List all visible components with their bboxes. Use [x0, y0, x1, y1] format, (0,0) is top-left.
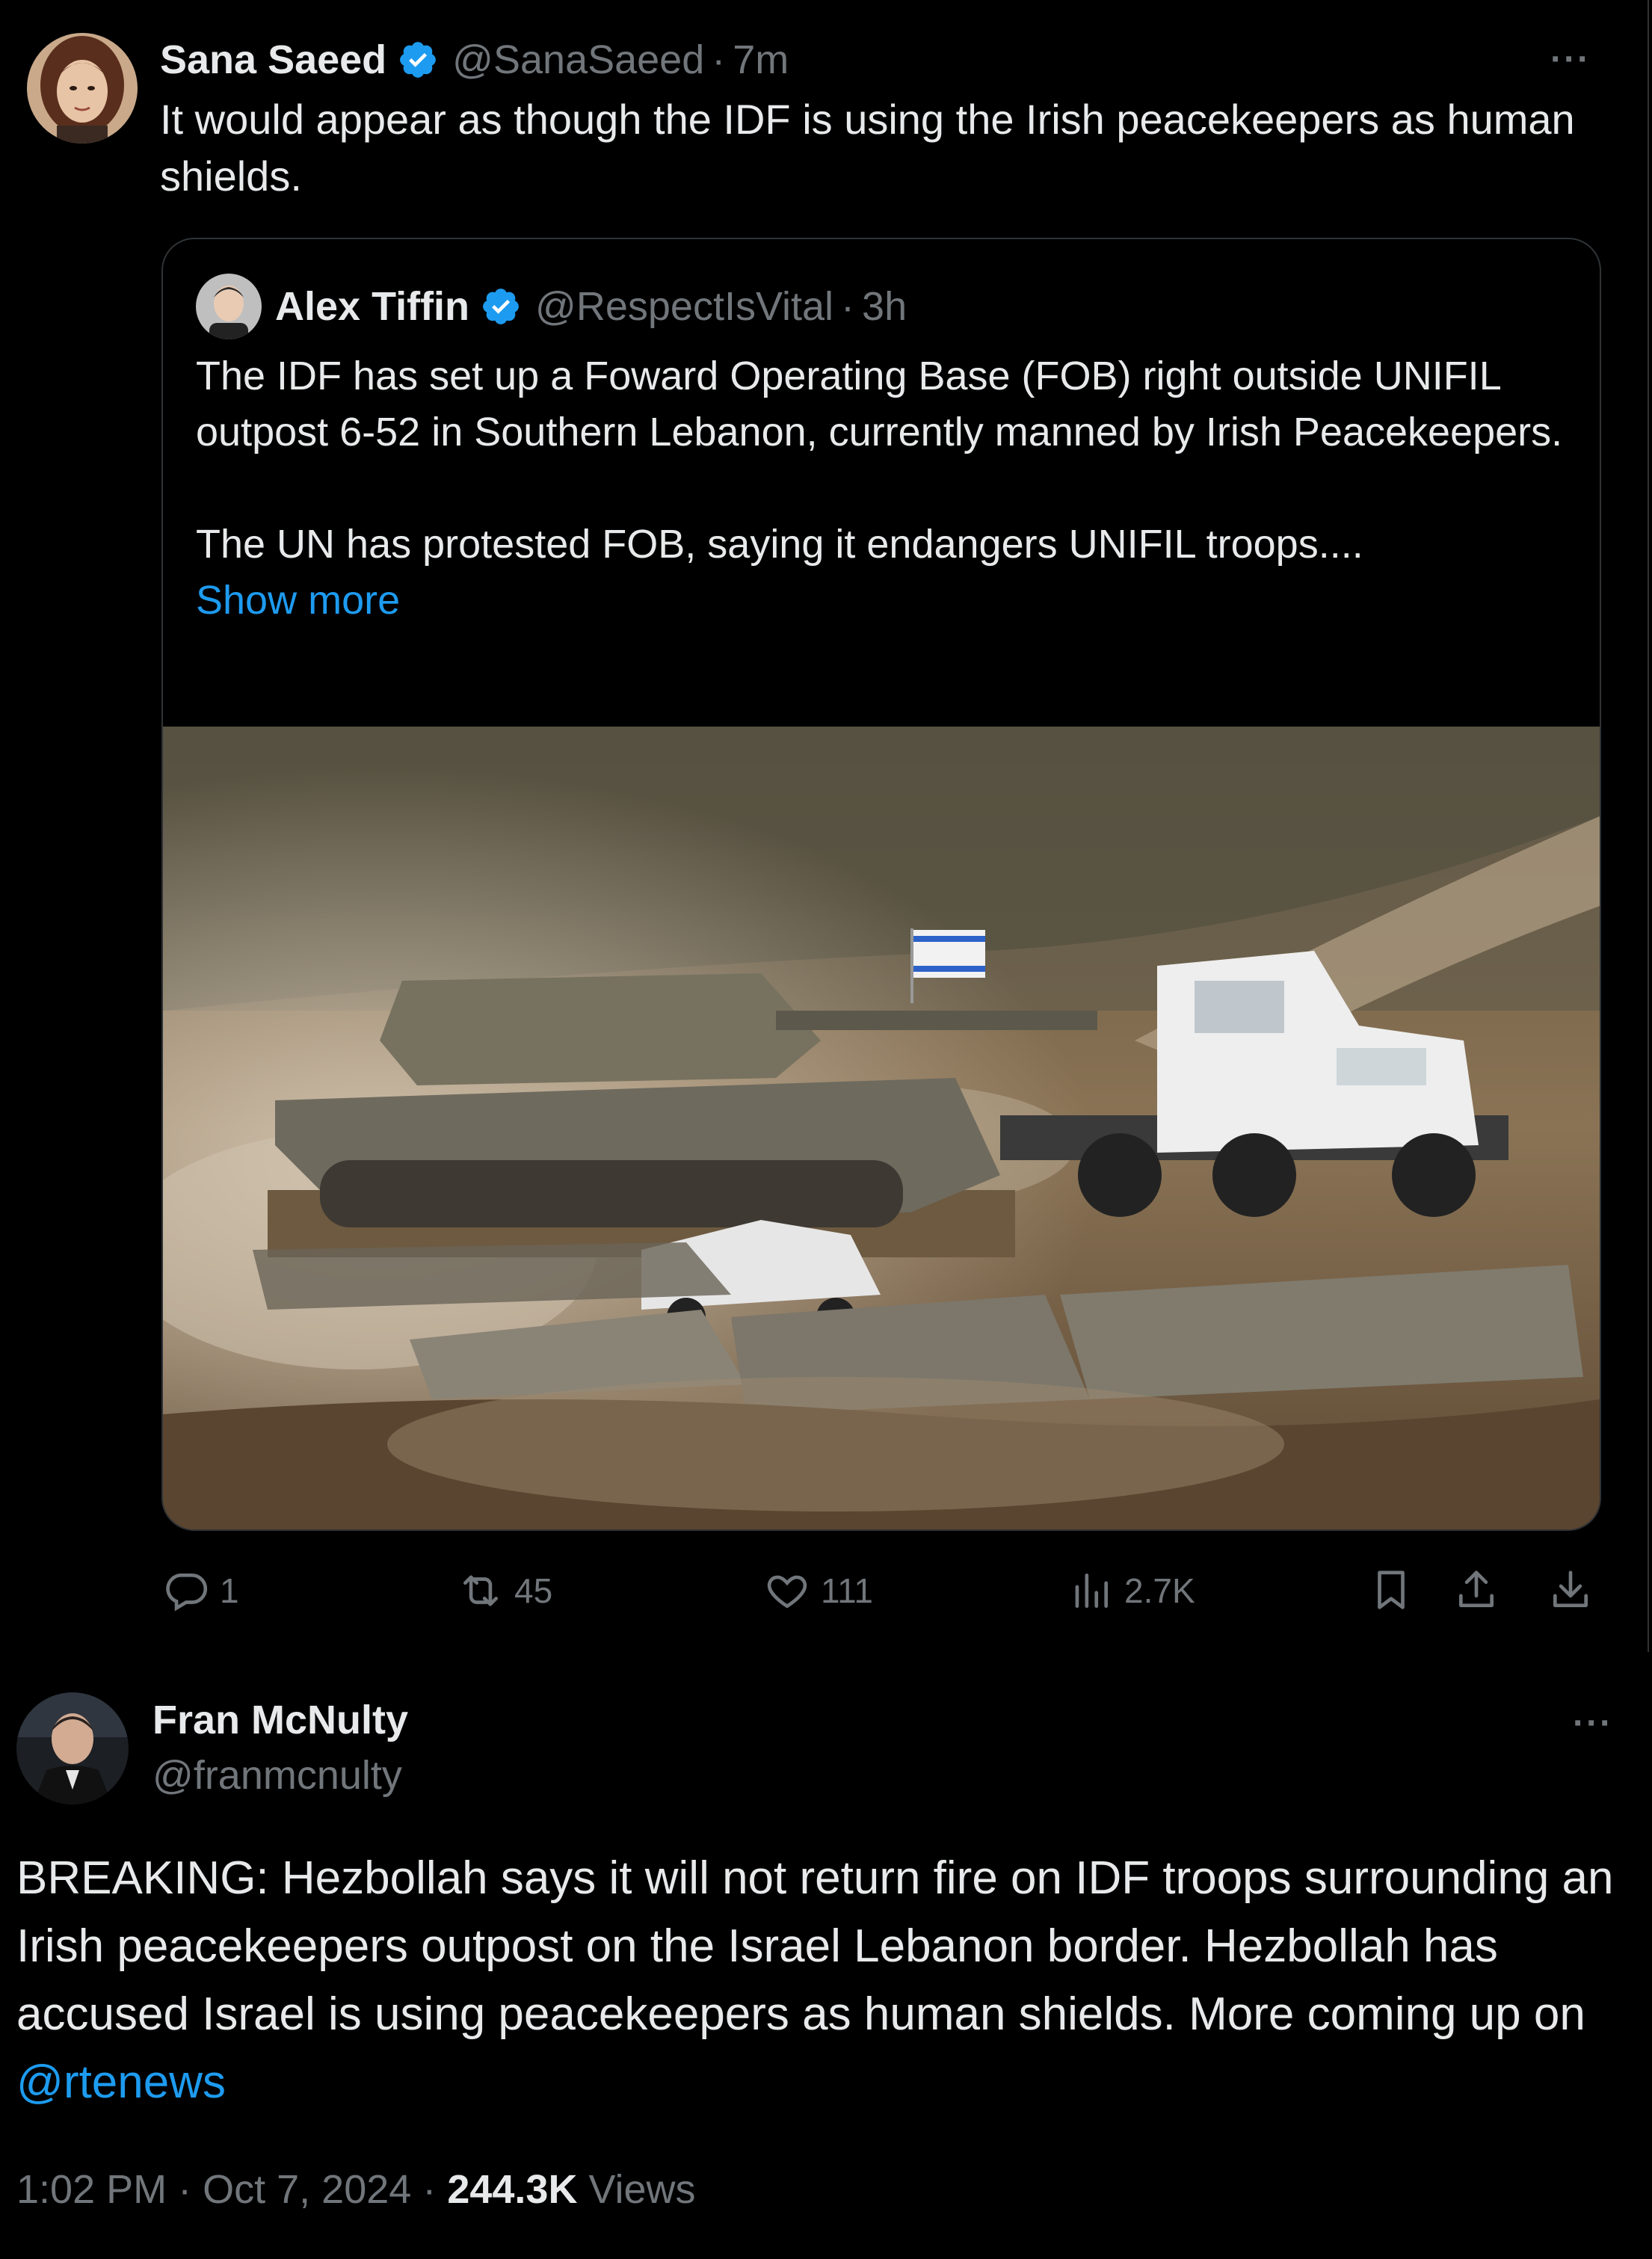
avatar-fran-mcnulty[interactable]	[16, 1692, 129, 1805]
tweet-text: It would appear as though the IDF is usi…	[160, 96, 1575, 200]
military-convoy-photo-icon	[163, 727, 1600, 1529]
views-button[interactable]: 2.7K	[1067, 1568, 1195, 1613]
quoted-post-time[interactable]: 3h	[862, 283, 907, 330]
avatar-sana-saeed[interactable]	[27, 33, 138, 144]
quoted-tweet-card[interactable]: Alex Tiffin @RespectIsVital · 3h The IDF…	[161, 238, 1601, 1531]
embed-edge-line	[1648, 0, 1649, 1652]
separator: ·	[712, 37, 726, 82]
more-options-icon[interactable]: ···	[1573, 1706, 1613, 1742]
author-handle[interactable]: @SanaSaeed	[452, 37, 704, 83]
author-handle[interactable]: @franmcnulty	[152, 1751, 402, 1800]
post-time[interactable]: 1:02 PM	[16, 2167, 167, 2212]
views-count: 244.3K	[447, 2167, 578, 2212]
more-options-icon[interactable]: ···	[1550, 42, 1591, 78]
bookmark-icon[interactable]	[1368, 1567, 1414, 1613]
views-count: 2.7K	[1124, 1571, 1195, 1610]
download-icon[interactable]	[1547, 1567, 1594, 1613]
verified-badge-icon	[397, 39, 439, 81]
quoted-header: Alex Tiffin @RespectIsVital · 3h	[275, 280, 907, 333]
quoted-author-name[interactable]: Alex Tiffin	[275, 283, 469, 330]
post-time[interactable]: 7m	[733, 37, 789, 83]
separator: ·	[422, 2167, 437, 2212]
views-chart-icon	[1067, 1568, 1124, 1614]
separator: ·	[841, 284, 855, 329]
views-label: Views	[588, 2167, 696, 2212]
quoted-paragraph-2: The UN has protested FOB, saying it enda…	[196, 522, 1363, 567]
quoted-author-handle[interactable]: @RespectIsVital	[535, 283, 833, 330]
quoted-paragraph-1: The IDF has set up a Foward Operating Ba…	[196, 354, 1563, 454]
tweet-meta: 1:02 PM · Oct 7, 2024 · 244.3K Views	[16, 2165, 696, 2214]
heart-icon	[764, 1568, 821, 1614]
repost-button[interactable]: 45	[457, 1568, 552, 1613]
author-name[interactable]: Fran McNulty	[152, 1695, 408, 1745]
like-count: 111	[821, 1571, 873, 1610]
reply-icon	[163, 1568, 220, 1614]
reply-count: 1	[220, 1571, 239, 1610]
share-icon[interactable]	[1453, 1567, 1500, 1613]
tweet-header: Sana Saeed @SanaSaeed · 7m	[160, 33, 789, 87]
verified-badge-icon	[480, 286, 522, 327]
repost-icon	[457, 1568, 514, 1614]
avatar-alex-tiffin[interactable]	[196, 274, 262, 339]
show-more-link[interactable]: Show more	[196, 573, 400, 629]
like-button[interactable]: 111	[764, 1568, 873, 1613]
author-name[interactable]: Sana Saeed	[160, 37, 386, 83]
quoted-media-image[interactable]	[163, 727, 1600, 1529]
post-date[interactable]: Oct 7, 2024	[203, 2167, 411, 2212]
repost-count: 45	[514, 1571, 553, 1610]
tweet-body: BREAKING: Hezbollah says it will not ret…	[16, 1852, 1614, 2040]
reply-button[interactable]: 1	[163, 1568, 239, 1613]
separator: ·	[178, 2167, 192, 2212]
mention-link[interactable]: @rtenews	[16, 2056, 226, 2108]
tweet-text: BREAKING: Hezbollah says it will not ret…	[16, 1844, 1652, 2116]
